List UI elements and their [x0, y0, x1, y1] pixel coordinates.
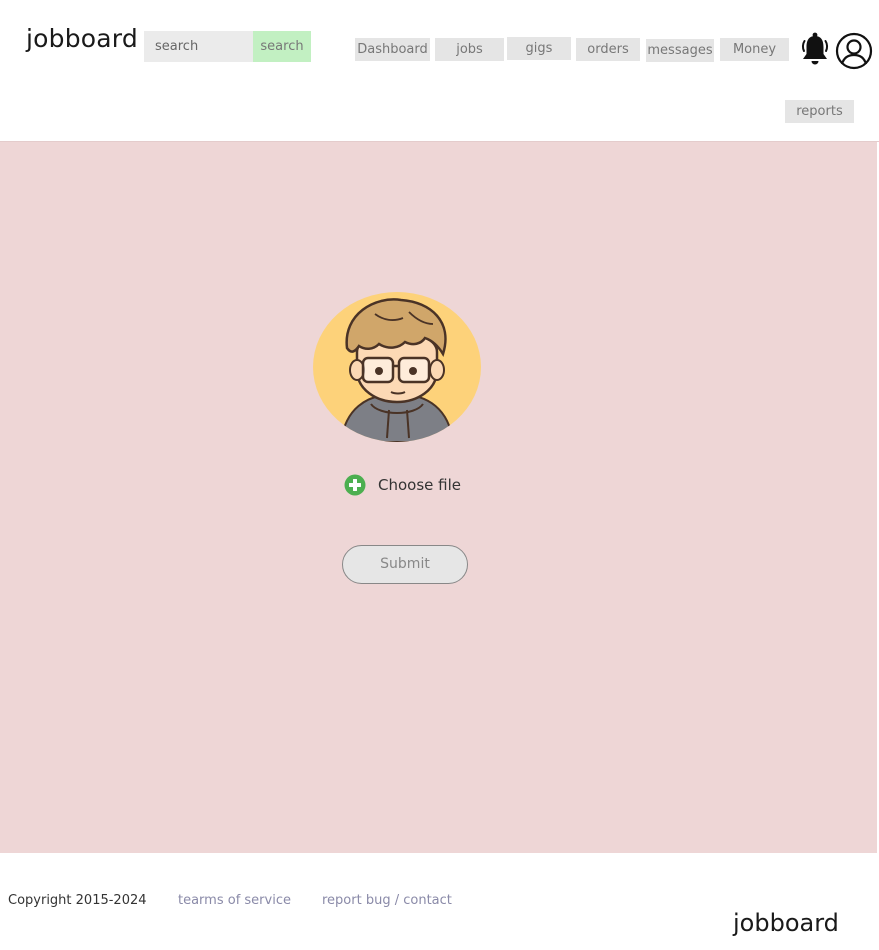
nav-jobs[interactable]: jobs — [435, 38, 504, 61]
nav-money[interactable]: Money — [720, 38, 789, 61]
search-button[interactable]: search — [253, 31, 311, 62]
site-logo[interactable]: jobboard — [26, 24, 138, 53]
bell-icon[interactable] — [800, 32, 830, 68]
nav-dashboard[interactable]: Dashboard — [355, 38, 430, 61]
user-circle-icon[interactable] — [834, 32, 874, 72]
profile-image — [313, 292, 481, 442]
main-content: Choose file Submit — [0, 142, 877, 853]
footer-logo[interactable]: jobboard — [733, 909, 839, 937]
submit-button[interactable]: Submit — [342, 545, 468, 584]
choose-file-control[interactable]: Choose file — [344, 472, 461, 498]
nav-gigs[interactable]: gigs — [507, 37, 571, 60]
nav-messages[interactable]: messages — [646, 39, 714, 62]
nav-reports[interactable]: reports — [785, 100, 854, 123]
choose-file-label[interactable]: Choose file — [378, 476, 461, 494]
nav-orders[interactable]: orders — [576, 38, 640, 61]
search-input[interactable] — [144, 31, 254, 62]
footer-report-link[interactable]: report bug / contact — [322, 893, 452, 908]
footer-terms-link[interactable]: tearms of service — [178, 893, 291, 908]
plus-circle-icon[interactable] — [344, 474, 366, 496]
footer-copyright: Copyright 2015-2024 — [8, 893, 147, 908]
